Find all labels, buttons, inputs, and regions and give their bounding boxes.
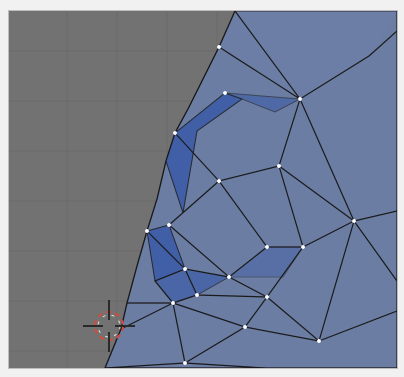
thumbnail-frame — [0, 0, 404, 377]
viewport-canvas[interactable] — [9, 11, 397, 368]
3d-viewport[interactable] — [8, 10, 398, 369]
